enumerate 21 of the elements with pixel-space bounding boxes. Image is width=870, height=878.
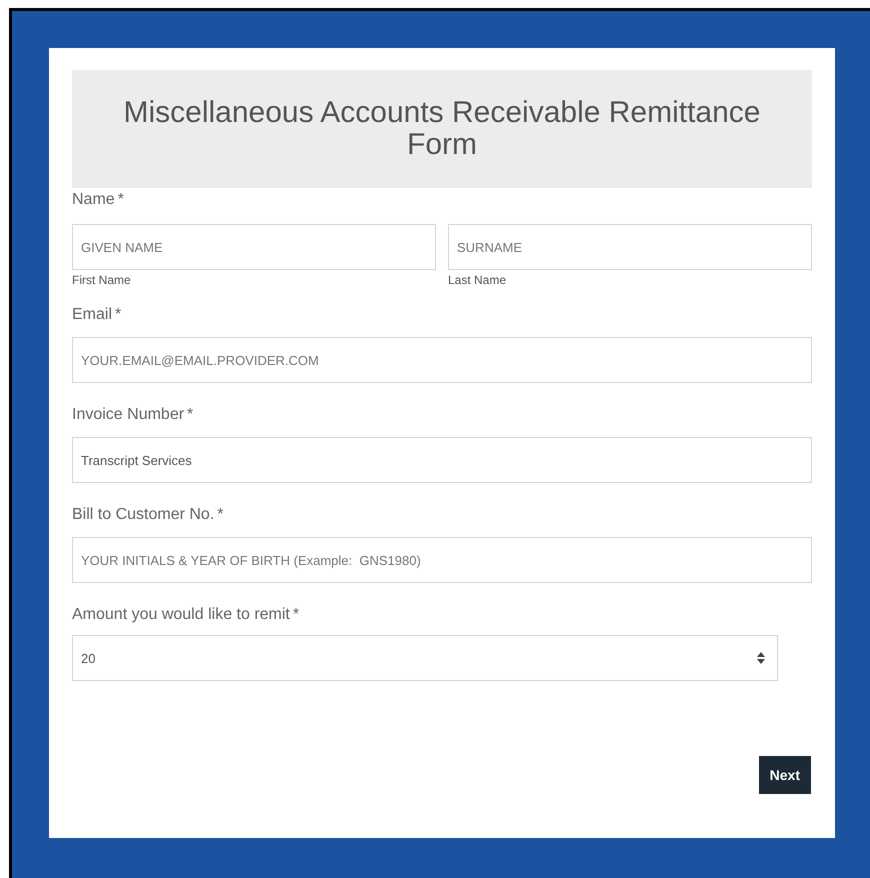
field-label: Email <box>72 306 112 323</box>
sublabel: Last Name <box>448 273 506 287</box>
required-mark: * <box>187 406 194 423</box>
input-field[interactable]: YOUR.EMAIL@EMAIL.PROVIDER.COM <box>72 337 812 383</box>
required-mark: * <box>292 606 300 623</box>
spinner-icon[interactable] <box>756 651 766 665</box>
input-field[interactable]: GIVEN NAME <box>72 224 436 270</box>
input-field[interactable]: Transcript Services <box>72 437 812 483</box>
form-title: Miscellaneous Accounts Receivable Remittance Form <box>122 97 762 161</box>
next-button[interactable]: Next <box>758 756 811 794</box>
field-label: Name <box>72 191 115 208</box>
required-mark: * <box>118 191 124 208</box>
sublabel: First Name <box>72 273 131 287</box>
field-label: Bill to Customer No. <box>72 506 214 523</box>
input-field[interactable]: 20 <box>72 635 778 681</box>
field-label: Invoice Number <box>72 406 184 423</box>
input-field[interactable]: SURNAME <box>448 224 812 270</box>
required-mark: * <box>115 306 122 323</box>
required-mark: * <box>217 506 224 523</box>
input-field[interactable]: YOUR INITIALS & YEAR OF BIRTH (Example: GNS1980) <box>72 537 812 583</box>
field-label: Amount you would like to remit <box>72 606 290 623</box>
